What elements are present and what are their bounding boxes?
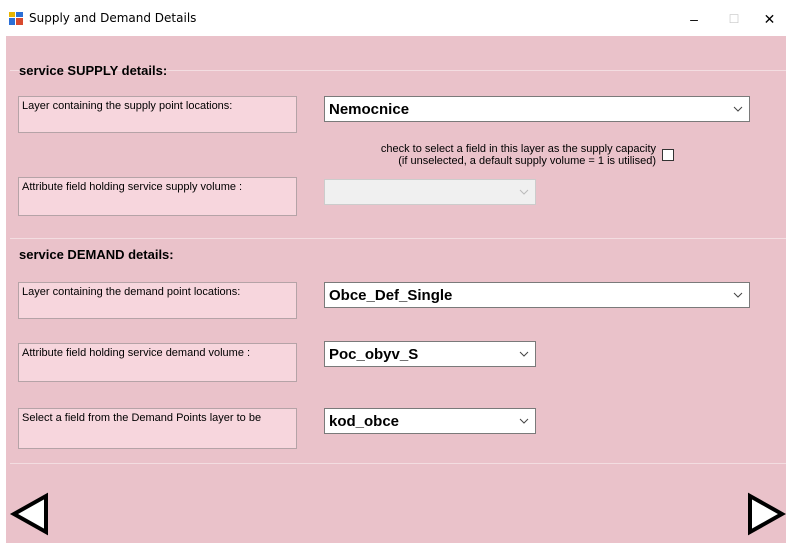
close-button[interactable]: ✕ xyxy=(753,6,786,32)
supply-heading: service SUPPLY details: xyxy=(19,63,168,78)
window-title: Supply and Demand Details xyxy=(29,11,197,25)
demand-id-label: Select a field from the Demand Points la… xyxy=(18,408,297,449)
demand-layer-select[interactable]: Obce_Def_Single xyxy=(324,282,750,308)
supply-layer-select[interactable]: Nemocnice xyxy=(324,96,750,122)
back-button[interactable] xyxy=(8,492,52,536)
demand-layer-label: Layer containing the demand point locati… xyxy=(18,282,297,319)
demand-volume-select[interactable]: Poc_obyv_S xyxy=(324,341,536,367)
app-icon xyxy=(9,12,23,25)
demand-volume-value: Poc_obyv_S xyxy=(329,345,419,363)
supply-layer-value: Nemocnice xyxy=(329,100,410,118)
demand-id-select[interactable]: kod_obce xyxy=(324,408,536,434)
divider xyxy=(10,463,786,464)
next-button[interactable] xyxy=(744,492,786,536)
supply-capacity-note-line1: check to select a field in this layer as… xyxy=(380,143,656,155)
title-bar: Supply and Demand Details – ☐ ✕ xyxy=(0,0,786,36)
divider xyxy=(10,238,786,239)
supply-layer-label: Layer containing the supply point locati… xyxy=(18,96,297,133)
chevron-down-icon xyxy=(519,189,529,195)
demand-layer-value: Obce_Def_Single xyxy=(329,286,453,304)
right-triangle-icon xyxy=(748,492,786,536)
demand-volume-label: Attribute field holding service demand v… xyxy=(18,343,297,382)
chevron-down-icon xyxy=(733,106,743,112)
chevron-down-icon xyxy=(733,292,743,298)
supply-capacity-note-line2: (if unselected, a default supply volume … xyxy=(398,155,656,167)
supply-volume-label: Attribute field holding service supply v… xyxy=(18,177,297,216)
left-triangle-icon xyxy=(9,492,48,536)
chevron-down-icon xyxy=(519,418,529,424)
supply-capacity-checkbox[interactable] xyxy=(662,149,674,161)
demand-id-value: kod_obce xyxy=(329,412,400,430)
supply-capacity-note: check to select a field in this layer as… xyxy=(300,143,656,167)
chevron-down-icon xyxy=(519,351,529,357)
maximize-button[interactable]: ☐ xyxy=(711,6,757,32)
demand-heading: service DEMAND details: xyxy=(19,247,174,262)
supply-volume-select[interactable] xyxy=(324,179,536,205)
